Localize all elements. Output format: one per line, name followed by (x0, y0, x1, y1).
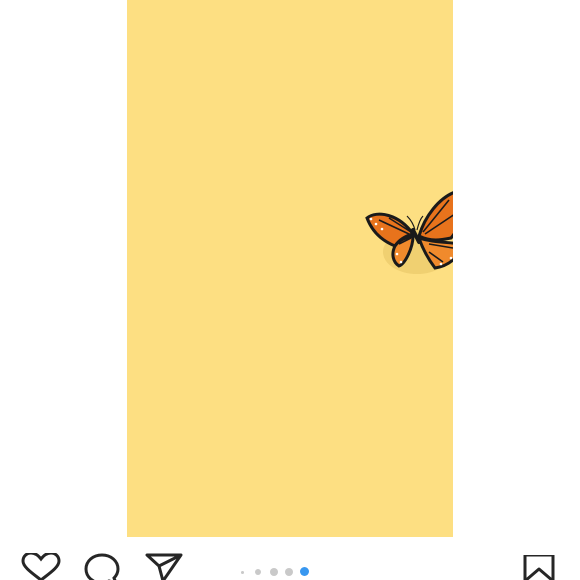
carousel-dot-active (300, 567, 309, 576)
bookmark-icon[interactable] (519, 555, 561, 580)
carousel-dot (241, 571, 244, 574)
comment-bubble-icon[interactable] (81, 553, 123, 580)
paper-plane-icon[interactable] (143, 553, 185, 580)
post-screen (0, 0, 580, 580)
heart-icon[interactable] (20, 553, 62, 580)
butterfly-image (365, 191, 453, 274)
carousel-dot (255, 569, 261, 575)
carousel-indicator (241, 567, 321, 577)
carousel-dot (285, 568, 293, 576)
carousel-dot (270, 568, 278, 576)
post-image[interactable] (127, 0, 453, 537)
post-action-bar (0, 537, 580, 580)
